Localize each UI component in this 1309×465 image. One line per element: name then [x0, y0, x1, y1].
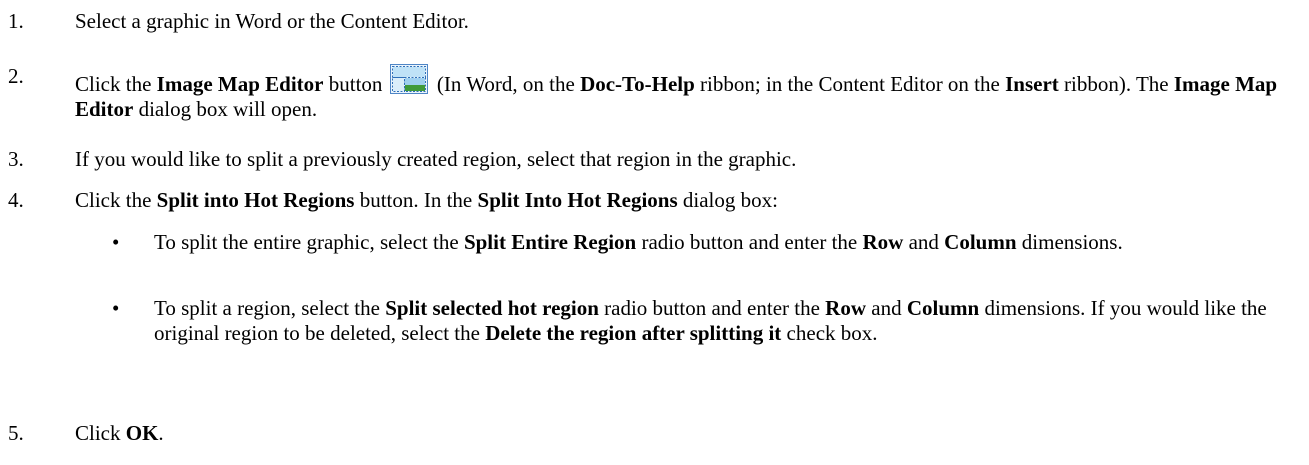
bullet-dot: • [112, 296, 120, 320]
step-text: Click the Image Map Editor button (In Wo… [75, 64, 1297, 122]
step-text: If you would like to split a previously … [75, 147, 797, 171]
step-number: 3. [8, 147, 24, 171]
step-text: Select a graphic in Word or the Content … [75, 9, 469, 33]
step-number: 5. [8, 421, 24, 445]
image-map-editor-icon [389, 64, 428, 94]
step-number: 1. [8, 9, 24, 33]
step-text: Click OK. [75, 421, 164, 445]
bullet-dot: • [112, 230, 120, 254]
bullet-text: To split a region, select the Split sele… [154, 296, 1267, 345]
bullet-text: To split the entire graphic, select the … [154, 230, 1123, 254]
step-text: Click the Split into Hot Regions button.… [75, 188, 778, 212]
step-number: 2. [8, 64, 24, 88]
step-number: 4. [8, 188, 24, 212]
